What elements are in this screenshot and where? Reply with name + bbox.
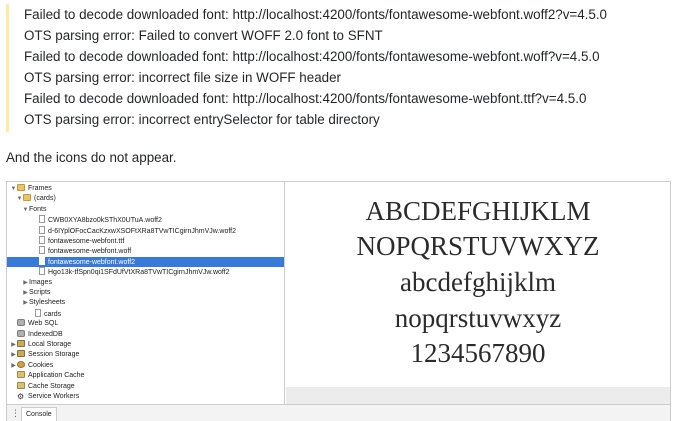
cookie-icon (17, 360, 25, 368)
tree-item[interactable]: ▼ Frames (7, 184, 284, 194)
tree-item-label: Stylesheets (29, 299, 66, 307)
folder-icon (23, 194, 31, 202)
expand-right-icon[interactable]: ▶ (10, 361, 17, 371)
tree-item[interactable]: Web SQL (7, 319, 284, 329)
grid-icon (17, 350, 25, 358)
preview-footer (286, 387, 670, 404)
expand-right-icon[interactable]: ▶ (22, 288, 29, 298)
tree-item[interactable]: fontawesome-webfont.ttf (7, 236, 284, 246)
tree-item-label: Fonts (29, 205, 47, 213)
tree-item[interactable]: Application Cache (7, 371, 284, 381)
tree-item[interactable]: Cache Storage (7, 381, 284, 392)
tree-item[interactable]: d-6IYplOFocCacKzxwXSOFtXRa8TVwTICgirnJhm… (7, 225, 284, 236)
cache-icon (17, 381, 25, 389)
tree-item-label: fontawesome-webfont.ttf (48, 238, 125, 245)
tree-item[interactable]: ▶Stylesheets (7, 298, 284, 308)
expand-right-icon[interactable]: ▶ (22, 298, 29, 308)
tree-item-label: Cache Storage (28, 382, 75, 390)
tree-item-label: Scripts (29, 289, 51, 296)
tree-item-label: Local Storage (28, 341, 72, 348)
file-icon (39, 267, 45, 276)
tree-item[interactable]: IndexedDB (7, 329, 284, 340)
grid-icon (17, 340, 25, 347)
expand-right-icon[interactable]: ▶ (22, 278, 29, 288)
tree-item-label: Cookies (28, 361, 54, 369)
tree-item-label: Application Cache (28, 372, 85, 380)
console-drawer: ⋮ Console (7, 404, 670, 421)
tree-item-label: cards (44, 310, 62, 318)
preview-lowercase-2: nopqrstuvwxyz (394, 303, 562, 333)
expand-down-icon[interactable]: ▼ (16, 194, 23, 204)
file-icon (39, 225, 45, 234)
expand-down-icon[interactable]: ▼ (10, 184, 17, 194)
tree-item-label: CWB0XYA8bzo0kSThX0UTuA.woff2 (48, 217, 162, 225)
tree-item-label: Hgo13k-tfSpn0qi1SFdUfVtXRa8TVwTICgirnJhm… (48, 269, 230, 277)
devtools-screenshot: ▼ Frames ▼ (cards) ▼Fonts CWB0XYA8bzo0kSThX0U… (6, 181, 671, 421)
preview-uppercase-2: NOPQRSTUVWXYZ (356, 231, 600, 261)
tree-item[interactable]: ▶ Session Storage (7, 350, 284, 360)
tree-item-label: Web SQL (28, 320, 59, 328)
tree-item-label: d-6IYplOFocCacKzxwXSOFtXRa8TVwTICgirnJhm… (48, 227, 237, 235)
preview-uppercase-1: ABCDEFGHIJKLM (365, 196, 591, 226)
body-paragraph: And the icons do not appear. (6, 150, 177, 165)
tree-item-label: fontawesome-webfont.woff (48, 248, 132, 256)
tree-item[interactable]: ▶Images (7, 278, 284, 288)
expand-right-icon[interactable]: ▶ (10, 350, 17, 360)
tree-item[interactable]: ▶ Cookies (7, 360, 284, 371)
tree-item[interactable]: ⚙ Service Workers (7, 392, 284, 402)
file-icon (35, 308, 41, 317)
tree-item-label: Session Storage (28, 351, 80, 359)
tree-item[interactable]: CWB0XYA8bzo0kSThX0UTuA.woff2 (7, 215, 284, 225)
tree-item[interactable]: fontawesome-webfont.woff (7, 246, 284, 256)
file-icon (39, 256, 45, 265)
cache-icon (17, 371, 25, 379)
tree-item-label: fontawesome-webfont.woff2 (48, 258, 136, 266)
folder-icon (17, 184, 25, 191)
tree-item[interactable]: ▶Scripts (7, 288, 284, 298)
resources-tree: ▼ Frames ▼ (cards) ▼Fonts CWB0XYA8bzo0kSThX0U… (7, 182, 285, 404)
tab-console[interactable]: Console (21, 407, 57, 421)
error-line: Failed to decode downloaded font: http:/… (24, 7, 608, 22)
expand-down-icon[interactable]: ▼ (22, 205, 29, 215)
error-line: Failed to decode downloaded font: http:/… (24, 49, 600, 64)
expand-right-icon[interactable]: ▶ (10, 340, 17, 350)
error-line: OTS parsing error: Failed to convert WOF… (24, 28, 383, 43)
tree-item-label: (cards) (34, 195, 56, 203)
tree-item-label: IndexedDB (28, 330, 63, 338)
tree-item[interactable]: ▶ Local Storage (7, 340, 284, 350)
error-line: OTS parsing error: incorrect entrySelect… (24, 112, 380, 127)
drawer-menu-icon[interactable]: ⋮ (11, 408, 20, 418)
font-preview: ABCDEFGHIJKLM NOPQRSTUVWXYZ abcdefghijkl… (286, 182, 670, 387)
tree-item[interactable]: ▼Fonts (7, 205, 284, 215)
database-icon (17, 319, 25, 327)
error-line: Failed to decode downloaded font: http:/… (24, 91, 587, 106)
tree-item[interactable]: fontawesome-webfont.woff2 (7, 256, 284, 268)
tree-item[interactable]: ▼ (cards) (7, 194, 284, 204)
error-line: OTS parsing error: incorrect file size i… (24, 70, 342, 85)
database-icon (17, 329, 25, 337)
tree-item-label: Service Workers (28, 393, 80, 400)
preview-lowercase-1: abcdefghijklm (400, 267, 556, 297)
tree-item-label: Frames (28, 185, 52, 192)
file-icon (39, 236, 45, 244)
tree-item[interactable]: cards (7, 308, 284, 319)
tree-item[interactable]: Hgo13k-tfSpn0qi1SFdUfVtXRa8TVwTICgirnJhm… (7, 267, 284, 277)
preview-digits: 1234567890 (410, 338, 546, 368)
file-icon (39, 246, 45, 255)
error-blockquote: Failed to decode downloaded font: http:/… (6, 4, 666, 132)
tree-item-label: Images (29, 278, 52, 286)
gear-icon: ⚙ (17, 392, 25, 401)
file-icon (39, 215, 45, 224)
